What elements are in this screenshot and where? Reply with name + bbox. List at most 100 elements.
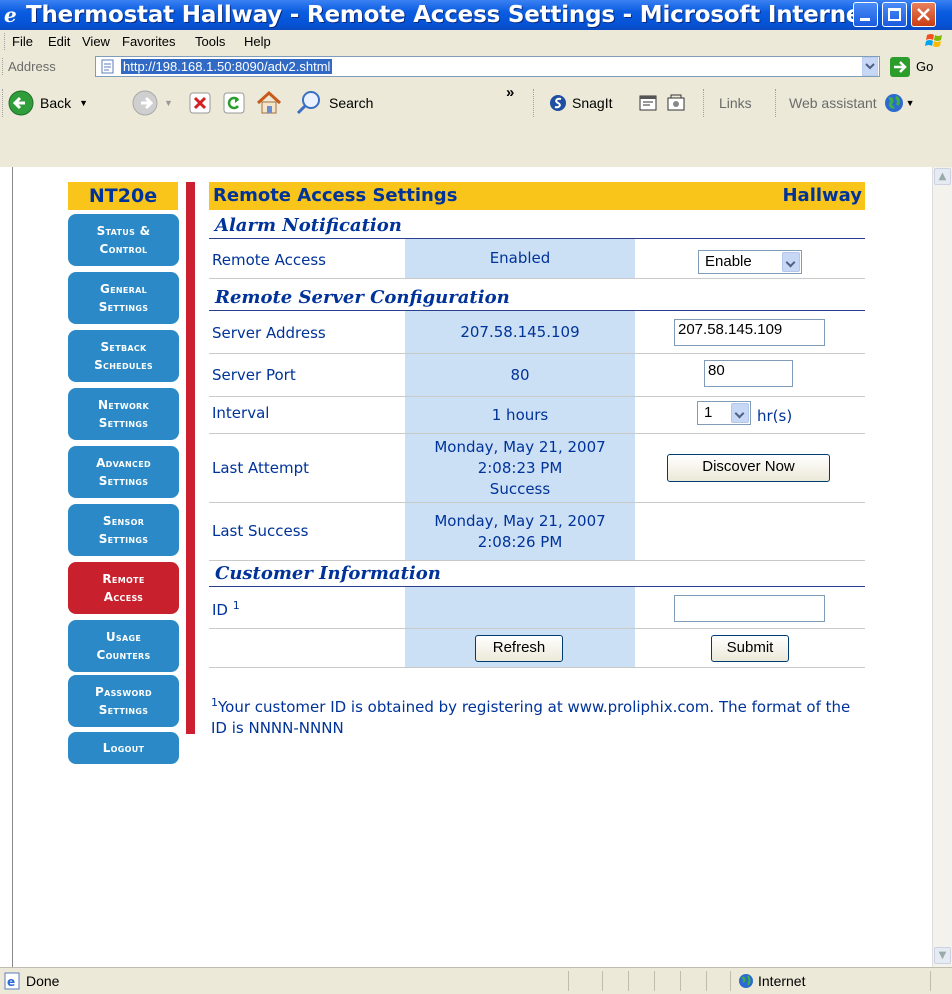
window-titlebar[interactable]: ℯ Thermostat Hallway - Remote Access Set… <box>0 0 952 30</box>
status-segment <box>680 971 681 991</box>
remote-access-value: Enabled <box>489 249 551 267</box>
nav-label: Settings <box>98 300 149 314</box>
ie-icon: ℯ <box>4 3 17 27</box>
nav-remote-access[interactable]: Remote Access <box>68 562 179 614</box>
address-input[interactable]: http://198.168.1.50:8090/adv2.shtml <box>95 56 880 77</box>
interval-label: Interval <box>212 404 270 422</box>
section-remote-server: Remote Server Configuration <box>209 286 865 311</box>
server-address-current: 207.58.145.109 <box>405 311 635 353</box>
interval-unit: hr(s) <box>757 407 793 425</box>
nav-label: Sensor <box>102 514 145 528</box>
go-button[interactable]: Go <box>888 56 948 78</box>
refresh-button[interactable]: Refresh <box>475 635 563 662</box>
menu-edit[interactable]: Edit <box>48 34 70 49</box>
menu-tools[interactable]: Tools <box>195 34 225 49</box>
nav-usage-counters[interactable]: Usage Counters <box>68 620 179 672</box>
toolbar-chevron[interactable]: » <box>506 84 514 101</box>
nav-logout[interactable]: Logout <box>68 732 179 764</box>
server-port-value: 80 <box>510 365 530 384</box>
server-port-input[interactable]: 80 <box>704 360 793 387</box>
last-success-current: Monday, May 21, 2007 2:08:26 PM <box>405 503 635 560</box>
nav-label: Schedules <box>94 358 153 372</box>
remote-access-select[interactable]: Enable <box>698 250 802 274</box>
go-arrow-icon <box>890 57 910 77</box>
snagit-button[interactable]: SnagIt <box>549 86 612 120</box>
home-icon <box>256 90 282 114</box>
stop-button[interactable] <box>188 86 212 120</box>
address-label: Address <box>8 59 56 74</box>
product-logo: NT20e <box>68 182 178 210</box>
chevron-down-icon[interactable] <box>731 403 749 423</box>
back-button[interactable]: Back ▼ <box>8 86 88 120</box>
back-dropdown-icon[interactable]: ▼ <box>79 98 88 108</box>
address-grip[interactable] <box>2 58 6 75</box>
nav-network-settings[interactable]: Network Settings <box>68 388 179 440</box>
nav-advanced-settings[interactable]: Advanced Settings <box>68 446 179 498</box>
snagit-capture-button[interactable] <box>666 86 686 120</box>
refresh-page-button[interactable] <box>222 86 246 120</box>
chevron-down-icon[interactable] <box>782 252 800 272</box>
section-title: Customer Information <box>215 563 441 584</box>
menu-favorites[interactable]: Favorites <box>122 34 175 49</box>
menu-file[interactable]: File <box>12 34 33 49</box>
section-title: Alarm Notification <box>215 215 402 236</box>
discover-now-button[interactable]: Discover Now <box>667 454 830 482</box>
web-assistant-grip[interactable] <box>775 89 779 117</box>
interval-select[interactable]: 1 <box>697 401 751 425</box>
links-label[interactable]: Links <box>719 95 752 111</box>
nav-label: Settings <box>98 474 149 488</box>
go-label: Go <box>916 59 934 74</box>
maximize-button[interactable] <box>882 2 907 27</box>
snagit-window-button[interactable] <box>638 86 658 120</box>
nav-label: Network <box>97 398 150 412</box>
menu-help[interactable]: Help <box>244 34 271 49</box>
windows-flag-icon <box>925 34 942 47</box>
nav-label: Password <box>95 685 152 699</box>
search-button[interactable]: Search <box>295 86 373 120</box>
snagit-grip[interactable] <box>533 89 537 117</box>
nav-status-control[interactable]: Status & Control <box>68 214 179 266</box>
globe-dropdown-icon[interactable]: ▼ <box>906 98 915 108</box>
links-grip[interactable] <box>703 89 707 117</box>
snagit-label: SnagIt <box>572 95 613 111</box>
address-dropdown-icon[interactable] <box>862 57 878 76</box>
scroll-down-icon[interactable]: ▼ <box>934 947 951 964</box>
nav-label: Settings <box>98 532 149 546</box>
web-assistant-button[interactable]: Web assistant ▼ <box>789 86 915 120</box>
last-attempt-current: Monday, May 21, 2007 2:08:23 PM Success <box>405 434 635 502</box>
close-button[interactable] <box>911 2 936 27</box>
menu-grip[interactable] <box>4 33 8 50</box>
customer-id-current <box>405 587 635 628</box>
internet-zone-icon <box>739 974 753 988</box>
remote-access-select-value: Enable <box>705 253 752 270</box>
forward-dropdown-icon[interactable]: ▼ <box>164 98 173 108</box>
search-icon <box>296 91 320 115</box>
nav-setback-schedules[interactable]: Setback Schedules <box>68 330 179 382</box>
status-segment <box>628 971 629 991</box>
search-label: Search <box>329 95 374 111</box>
last-attempt-time: 2:08:23 PM <box>477 458 563 477</box>
submit-button[interactable]: Submit <box>711 635 789 662</box>
remote-access-label: Remote Access <box>212 251 326 269</box>
scroll-up-icon[interactable]: ▲ <box>934 168 951 185</box>
minimize-button[interactable] <box>853 2 878 27</box>
menu-view[interactable]: View <box>82 34 110 49</box>
vertical-scrollbar[interactable]: ▲ ▼ <box>932 167 952 967</box>
customer-id-input[interactable] <box>674 595 825 622</box>
nav-label: Logout <box>102 741 145 755</box>
server-address-input[interactable]: 207.58.145.109 <box>674 319 825 346</box>
row-last-success: Last Success Monday, May 21, 2007 2:08:2… <box>209 503 865 561</box>
customer-id-label: ID 1 <box>212 599 240 619</box>
forward-button[interactable]: ▼ <box>132 86 173 120</box>
last-success-time: 2:08:26 PM <box>477 532 563 551</box>
refresh-icon <box>223 92 245 114</box>
page-icon <box>101 59 114 74</box>
home-button[interactable] <box>255 86 283 120</box>
nav-divider <box>186 182 195 734</box>
last-attempt-status: Success <box>489 479 551 498</box>
toolbar-grip[interactable] <box>2 89 6 117</box>
footnote-text: Your customer ID is obtained by register… <box>211 698 851 737</box>
nav-sensor-settings[interactable]: Sensor Settings <box>68 504 179 556</box>
nav-general-settings[interactable]: General Settings <box>68 272 179 324</box>
nav-password-settings[interactable]: Password Settings <box>68 675 179 727</box>
